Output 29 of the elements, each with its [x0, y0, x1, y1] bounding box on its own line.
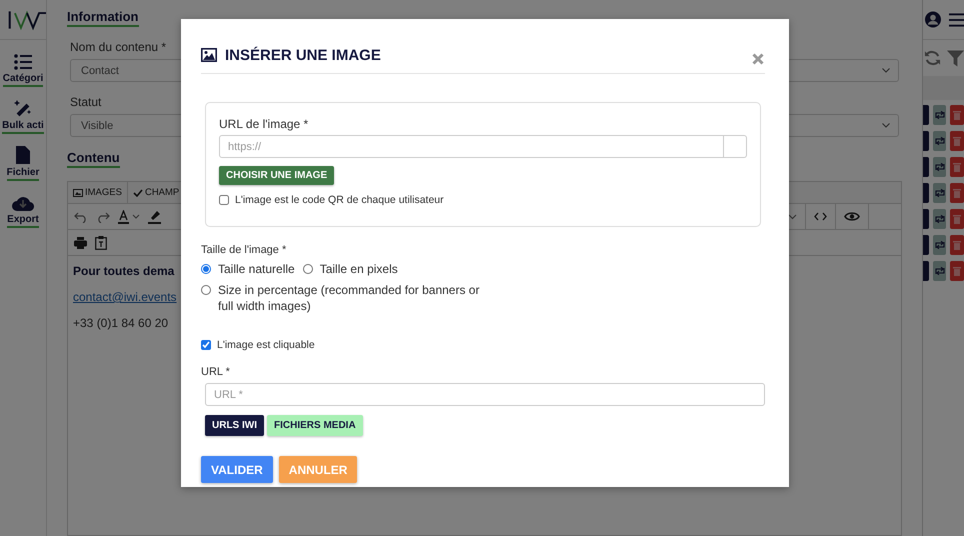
sidebar-item[interactable]: Bulk acti [2, 120, 44, 134]
checkbox-label: L'image est cliquable [217, 339, 315, 351]
source-button[interactable]: URLS IWI [205, 415, 264, 436]
url-field[interactable]: https:// [219, 135, 724, 158]
section-heading: Information [67, 10, 138, 27]
checkbox-label: L'image est le code QR de chaque utilisateur [235, 194, 444, 206]
field-label: Statut [70, 95, 102, 109]
sidebar-item[interactable]: Export [7, 214, 39, 228]
sidebar-item[interactable]: Catégori [2, 73, 44, 87]
email-link[interactable]: contact@iwi.events [73, 290, 177, 304]
select-value: Contact [81, 64, 119, 76]
editor-text: Pour toutes dema [73, 264, 174, 278]
editor-text: +33 (0)1 84 60 20 [73, 316, 168, 330]
url-field[interactable]: URL * [205, 383, 765, 406]
dialog-title: INSÉRER UNE IMAGE [225, 46, 382, 64]
select-value: Visible [81, 120, 114, 132]
field-label: URL de l'image * [219, 117, 310, 131]
source-button[interactable]: FICHIERS MEDIA [267, 415, 363, 436]
section-heading: Contenu [67, 151, 120, 168]
validate-button[interactable]: VALIDER [201, 456, 273, 483]
choose-image-button[interactable]: CHOISIR UNE IMAGE [219, 166, 334, 185]
editor-tab[interactable]: IMAGES [68, 182, 128, 203]
sidebar-item[interactable]: Fichier [6, 167, 40, 181]
radio-label: Taille en pixels [320, 262, 398, 276]
field-label: Nom du contenu * [70, 40, 166, 54]
field-label: Taille de l'image * [201, 244, 288, 256]
radio-label: Size in percentage (recommanded for banners or full width images) [218, 282, 480, 314]
field-label: URL * [201, 366, 231, 378]
radio-label: Taille naturelle [218, 262, 295, 276]
